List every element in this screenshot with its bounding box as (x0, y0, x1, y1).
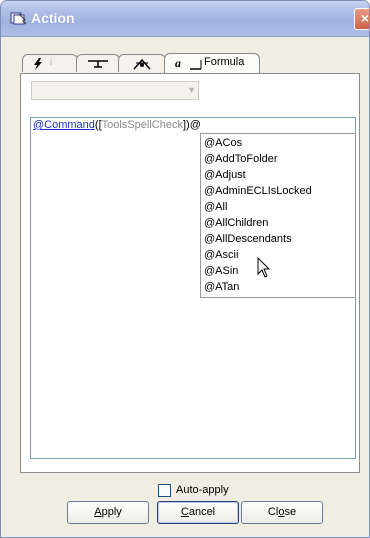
tab-actions[interactable]: i (22, 54, 78, 72)
autocomplete-item[interactable]: @ASin (204, 265, 238, 277)
tab-hint-glyph: i (50, 57, 52, 67)
tab-formula[interactable]: a Formula (164, 53, 260, 73)
close-button[interactable]: Close (241, 501, 323, 524)
close-window-button[interactable]: × (354, 8, 369, 30)
pin-icon (88, 60, 108, 68)
auto-apply-checkbox[interactable] (158, 484, 171, 497)
apply-mnemonic: A (94, 506, 102, 518)
cancel-mnemonic: C (180, 506, 189, 518)
autocomplete-list[interactable]: @ACos @AddToFolder @Adjust @AdminECLIsLo… (200, 133, 356, 298)
autocomplete-item[interactable]: @AdminECLIsLocked (204, 185, 312, 197)
window-title: Action (31, 10, 75, 26)
autocomplete-item[interactable]: @ACos (204, 137, 242, 149)
event-dropdown[interactable]: ▼ (31, 81, 199, 100)
tab-pin[interactable] (76, 54, 120, 72)
autocomplete-item[interactable]: @AddToFolder (204, 153, 278, 165)
close-label-end: se (284, 506, 297, 518)
autocomplete-item[interactable]: @All (204, 201, 227, 213)
tab-settings[interactable] (118, 54, 166, 72)
autocomplete-item[interactable]: @Ascii (204, 249, 238, 261)
svg-text:a: a (175, 57, 181, 70)
autocomplete-item[interactable]: @AllDescendants (204, 233, 292, 245)
autocomplete-item[interactable]: @ATan (204, 281, 239, 293)
tab-formula-label: Formula (204, 56, 245, 68)
formula-command: @Command (33, 119, 95, 131)
close-label-start: Cl (267, 506, 279, 518)
cancel-button[interactable]: Cancel (157, 501, 239, 524)
formula-argument: ToolsSpellCheck (101, 119, 183, 131)
action-dialog: Action × i a Formula ▼ @Command([ToolsSp… (0, 0, 370, 538)
action-icon (10, 12, 27, 25)
cancel-label: ancel (188, 506, 216, 518)
chevron-down-icon: ▼ (187, 85, 196, 95)
settings-icon (133, 58, 151, 70)
formula-text: @Command([ToolsSpellCheck])@ (33, 119, 201, 131)
apply-button[interactable]: Apply (67, 501, 149, 524)
mouse-pointer-icon (257, 257, 271, 278)
autocomplete-item[interactable]: @AllChildren (204, 217, 268, 229)
formula-open-bracket: ([ (94, 119, 102, 131)
auto-apply-label: Auto-apply (176, 484, 229, 496)
title-bar[interactable]: Action × (1, 1, 369, 37)
apply-label: pply (101, 506, 122, 518)
tab-strip: i a Formula (22, 53, 322, 73)
lightning-icon (34, 58, 42, 70)
autocomplete-item[interactable]: @Adjust (204, 169, 246, 181)
formula-a-icon: a (175, 57, 202, 70)
formula-close-bracket: ])@ (182, 119, 201, 131)
